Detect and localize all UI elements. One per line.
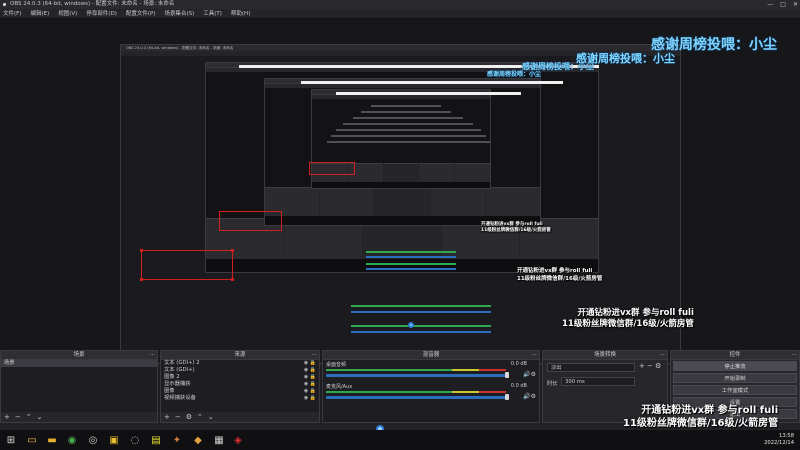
duration-input[interactable]: 300 ms bbox=[561, 377, 635, 386]
file-explorer-icon[interactable]: ▭ bbox=[25, 433, 39, 447]
gear-icon[interactable]: ⚙ bbox=[186, 412, 192, 422]
menu-view[interactable]: 视图(V) bbox=[58, 9, 77, 18]
maximize-button[interactable]: □ bbox=[780, 0, 786, 9]
app-icon[interactable]: ◈ bbox=[231, 433, 245, 447]
remove-source-button[interactable]: − bbox=[175, 412, 181, 422]
menu-scene-collection[interactable]: 场景集合(S) bbox=[164, 9, 194, 18]
menu-edit[interactable]: 编辑(E) bbox=[30, 9, 49, 18]
remove-scene-button[interactable]: − bbox=[15, 412, 21, 422]
mixer-channel-desktop: 桌面音频 0.0 dB 🔊⚙ bbox=[326, 361, 536, 378]
slider-knob[interactable] bbox=[505, 372, 509, 378]
scene-item[interactable]: 场景 bbox=[1, 360, 157, 367]
scenes-dock-title: 场景 bbox=[73, 352, 85, 358]
speaker-gear-icons[interactable]: 🔊⚙ bbox=[523, 371, 536, 378]
transitions-dock-title: 场景转换 bbox=[593, 352, 616, 358]
stop-streaming-button[interactable]: 停止推流 bbox=[673, 361, 797, 371]
source-item[interactable]: 图像 ◉ 🔒 bbox=[161, 388, 319, 395]
thanks-overlay-large: 感谢周榜投喂：小尘 bbox=[651, 37, 777, 53]
desktop-screen: OBS 24.0.3 (64-bit, windows) - 配置文件: 未命名… bbox=[0, 0, 800, 450]
clock-date: 2022/12/14 bbox=[764, 440, 794, 446]
speaker-gear-icons[interactable]: 🔊⚙ bbox=[523, 393, 536, 400]
source-item[interactable]: 显示器捕获 ◉ 🔒 bbox=[161, 381, 319, 388]
add-transition-button[interactable]: + bbox=[639, 362, 645, 370]
transition-select[interactable]: 淡出 bbox=[547, 363, 635, 372]
close-button[interactable]: ✕ bbox=[793, 0, 798, 9]
scenes-dock: 场景 ⋯ 场景 + − ⌃ ⌄ bbox=[0, 350, 158, 423]
sources-list: 文本 (GDI+) 2 ◉ 🔒 文本 (GDI+) ◉ 🔒 图像 2 ◉ 🔒 显示器捕… bbox=[161, 360, 319, 412]
menu-bar: 文件(F) 编辑(E) 视图(V) 停靠部件(D) 配置文件(P) 场景集合(S… bbox=[0, 9, 800, 19]
fans-overlay-medium: 开通钻粉进vx群 参与roll fuli 11级粉丝牌微信群/16级/火箭房管 bbox=[562, 308, 694, 329]
clock-time: 13:58 bbox=[779, 433, 794, 439]
duration-label: 时长 bbox=[547, 381, 558, 387]
window-title-bar: OBS 24.0.3 (64-bit, windows) - 配置文件: 未命名… bbox=[0, 0, 800, 9]
remove-transition-button[interactable]: − bbox=[647, 362, 653, 370]
system-clock[interactable]: 13:58 2022/12/14 bbox=[764, 433, 794, 447]
app-icon[interactable]: ✦ bbox=[170, 433, 184, 447]
move-down-icon[interactable]: ⌄ bbox=[208, 412, 214, 422]
chrome-icon[interactable]: ◉ bbox=[65, 433, 79, 447]
minimize-button[interactable]: — bbox=[767, 0, 773, 9]
app-icon[interactable]: ▤ bbox=[149, 433, 163, 447]
move-down-icon[interactable]: ⌄ bbox=[37, 412, 43, 422]
desktop-volume-slider[interactable] bbox=[326, 374, 506, 377]
menu-profile[interactable]: 配置文件(P) bbox=[126, 9, 156, 18]
mixer-channel-mic: 麦克风/Aux 0.0 dB 🔊⚙ bbox=[326, 383, 536, 400]
folder-icon[interactable]: ▬ bbox=[45, 433, 59, 447]
move-up-icon[interactable]: ⌃ bbox=[197, 412, 203, 422]
preview-area[interactable]: OBS 24.0.3 (64-bit, windows) - 配置文件: 未命名… bbox=[0, 19, 800, 364]
gear-icon[interactable]: ⚙ bbox=[655, 362, 661, 370]
selection-box-large[interactable] bbox=[141, 250, 233, 280]
nested-fans-text-2: 开通钻粉进vx群 参与roll fuli 11级粉丝牌微信群/16级/火箭房管 bbox=[517, 268, 603, 282]
visibility-lock-icons: ◉ 🔒 bbox=[303, 360, 316, 366]
add-source-button[interactable]: + bbox=[164, 412, 170, 422]
app-icon[interactable]: ▣ bbox=[107, 433, 121, 447]
mixer-dock-title: 混音器 bbox=[422, 352, 440, 358]
selection-box-small[interactable] bbox=[309, 162, 355, 175]
sources-dock-title: 来源 bbox=[234, 352, 246, 358]
move-up-icon[interactable]: ⌃ bbox=[26, 412, 32, 422]
window-title: OBS 24.0.3 (64-bit, windows) - 配置文件: 未命名… bbox=[10, 1, 175, 7]
controls-dock-title: 控件 bbox=[729, 352, 741, 358]
app-icon[interactable]: ▦ bbox=[212, 433, 226, 447]
add-scene-button[interactable]: + bbox=[4, 412, 10, 422]
app-icon[interactable]: ◆ bbox=[191, 433, 205, 447]
studio-mode-button[interactable]: 工作室模式 bbox=[673, 385, 797, 395]
windows-taskbar: ⊞ ▭ ▬ ◉ ◎ ▣ ◌ ▤ ✦ ◆ ▦ ◈ 13:58 2022/12/14 bbox=[0, 430, 800, 450]
app-icon[interactable]: ◌ bbox=[128, 433, 142, 447]
source-item[interactable]: 文本 (GDI+) 2 ◉ 🔒 bbox=[161, 360, 319, 367]
start-recording-button[interactable]: 开始录制 bbox=[673, 373, 797, 383]
source-item[interactable]: 文本 (GDI+) ◉ 🔒 bbox=[161, 367, 319, 374]
obs-icon[interactable]: ◎ bbox=[86, 433, 100, 447]
mic-volume-slider[interactable] bbox=[326, 396, 506, 399]
mixer-dock: 混音器 ⋯ 桌面音频 0.0 dB 🔊⚙ 麦克风/Aux 0.0 dB 🔊⚙ bbox=[322, 350, 540, 423]
nested-fans-text-1: 开通钻粉进vx群 参与roll fuli 11级粉丝牌微信群/16级/火箭房管 bbox=[481, 222, 551, 233]
sources-dock: 来源 ⋯ 文本 (GDI+) 2 ◉ 🔒 文本 (GDI+) ◉ 🔒 图像 2 ◉ 🔒 … bbox=[160, 350, 320, 423]
menu-file[interactable]: 文件(F) bbox=[3, 9, 21, 18]
slider-knob[interactable] bbox=[505, 394, 509, 400]
mixer-body: 桌面音频 0.0 dB 🔊⚙ 麦克风/Aux 0.0 dB 🔊⚙ bbox=[323, 360, 539, 422]
fans-overlay-large: 开通钻粉进vx群 参与roll fuli 11级粉丝牌微信群/16级/火箭房管 bbox=[623, 405, 779, 429]
selection-box-medium[interactable] bbox=[219, 211, 282, 231]
windows-icon[interactable]: ⊞ bbox=[4, 433, 18, 447]
menu-help[interactable]: 帮助(H) bbox=[231, 9, 250, 18]
mouse-cursor bbox=[408, 322, 414, 328]
obs-app-icon bbox=[2, 2, 7, 7]
source-item[interactable]: 图像 2 ◉ 🔒 bbox=[161, 374, 319, 381]
menu-docks[interactable]: 停靠部件(D) bbox=[86, 9, 117, 18]
scenes-list: 场景 bbox=[1, 360, 157, 412]
source-item[interactable]: 视频捕获设备 ◉ 🔒 bbox=[161, 395, 319, 402]
menu-tools[interactable]: 工具(T) bbox=[203, 9, 222, 18]
